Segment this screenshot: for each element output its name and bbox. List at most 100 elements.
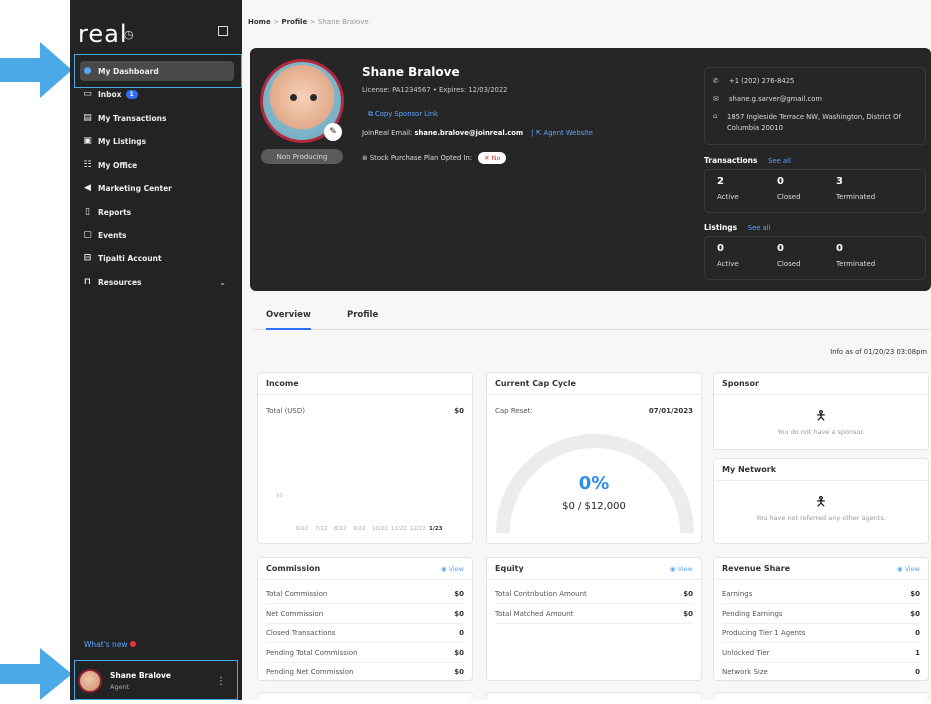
- card-title-text: Equity: [495, 564, 524, 573]
- report-icon: ▯: [85, 207, 90, 217]
- profile-email-row: JoinReal Email: shane.bralove@joinreal.c…: [362, 129, 593, 137]
- row-label: Net Commission: [266, 609, 324, 618]
- sidebar-item-events[interactable]: ▢ Events: [80, 225, 234, 245]
- income-y-tick: $0: [276, 493, 283, 499]
- tab-profile[interactable]: Profile: [347, 310, 378, 320]
- row-value: $0: [454, 590, 464, 598]
- table-row: Unlocked Tier 1: [722, 644, 920, 663]
- table-row: Total Matched Amount $0: [495, 605, 693, 624]
- notification-dot-icon: [129, 641, 136, 647]
- chevron-down-icon: ⌄: [219, 277, 226, 287]
- sidebar: real ◷ ● My Dashboard ▭ Inbox 1 ▤ My Tra…: [70, 0, 242, 700]
- annotation-arrow-top: [0, 40, 74, 100]
- stat-value: 0: [717, 243, 724, 254]
- stat-value: 0: [836, 243, 843, 254]
- inbox-icon: ▭: [83, 89, 92, 99]
- stock-plan-value-text: No: [491, 154, 501, 162]
- copy-icon: ⧉: [368, 110, 376, 118]
- transactions-title: Transactions: [704, 156, 758, 165]
- row-value: 0: [915, 629, 920, 637]
- card-partial: [713, 692, 929, 700]
- sidebar-item-marketing-center[interactable]: ◀ Marketing Center: [80, 178, 234, 198]
- row-value: 1: [915, 648, 920, 657]
- cap-reset-date: 07/01/2023: [648, 406, 693, 415]
- tab-overview[interactable]: Overview: [266, 310, 311, 330]
- sidebar-item-reports[interactable]: ▯ Reports: [80, 202, 234, 222]
- sidebar-item-tipalti-account[interactable]: ⊟ Tipalti Account: [80, 248, 234, 268]
- sidebar-item-label: My Transactions: [98, 113, 167, 123]
- kebab-menu-icon[interactable]: ⋮: [216, 676, 226, 687]
- table-row: Total Commission $0: [266, 585, 464, 604]
- sidebar-item-my-office[interactable]: ☷ My Office: [80, 155, 234, 175]
- listings-see-all[interactable]: See all: [748, 224, 771, 232]
- view-label: View: [448, 565, 464, 573]
- contact-email[interactable]: shane.g.sarver@gmail.com: [729, 95, 822, 103]
- commission-view-link[interactable]: ◉ View: [441, 565, 464, 573]
- copy-sponsor-link[interactable]: ⧉ Copy Sponsor Link: [368, 110, 438, 119]
- stat-terminated[interactable]: 0 Terminated: [836, 243, 875, 268]
- sidebar-collapse-icon[interactable]: [218, 26, 228, 36]
- stat-label: Closed: [777, 260, 801, 268]
- income-total-row: Total (USD) $0: [266, 401, 464, 420]
- phone[interactable]: +1 (202) 276-8425: [729, 77, 794, 85]
- whats-new-link[interactable]: What's new: [84, 640, 136, 649]
- table-row: Pending Net Commission $0: [266, 663, 464, 682]
- sidebar-item-label: Tipalti Account: [98, 253, 162, 263]
- user-role: Agent: [110, 683, 130, 691]
- email-label: JoinReal Email:: [362, 129, 413, 137]
- annotation-arrow-bottom: [0, 648, 74, 700]
- equity-card: Equity ◉ View Total Contribution Amount $…: [486, 557, 702, 681]
- agent-website-label: Agent Website: [543, 129, 593, 137]
- card-title: My Network: [714, 459, 928, 481]
- briefcase-icon: ⊓: [83, 277, 92, 287]
- sidebar-item-label: My Dashboard: [98, 66, 159, 76]
- cap-reset-row: Cap Reset: 07/01/2023: [495, 401, 693, 420]
- cap-reset-label: Cap Reset:: [495, 406, 533, 415]
- breadcrumb-home[interactable]: Home: [248, 18, 271, 26]
- edit-pencil-icon[interactable]: ✎: [324, 123, 342, 141]
- table-row: Producing Tier 1 Agents 0: [722, 624, 920, 643]
- row-label: Total Commission: [266, 590, 328, 598]
- stat-closed[interactable]: 0 Closed: [777, 243, 801, 268]
- row-value: $0: [683, 590, 693, 598]
- stat-value: 2: [717, 176, 724, 187]
- view-label: View: [904, 565, 920, 573]
- person-waving-icon: 🯅: [815, 495, 827, 510]
- revenue-share-view-link[interactable]: ◉ View: [897, 565, 920, 573]
- transactions-see-all[interactable]: See all: [768, 157, 791, 165]
- address-row: ⌂ 1857 Ingleside Terrace NW, Washington, …: [713, 112, 921, 134]
- view-label: View: [677, 565, 693, 573]
- income-card: Income Total (USD) $0 $0 6/22 7/22 8/22 9/2…: [257, 372, 473, 544]
- commission-card: Commission ◉ View Total Commission $0 Net …: [257, 557, 473, 682]
- profile-license: License: PA1234567 • Expires: 12/03/2022: [362, 86, 508, 94]
- stat-terminated[interactable]: 3 Terminated: [836, 176, 875, 201]
- row-label: Pending Earnings: [722, 609, 783, 618]
- agent-website-link[interactable]: | ⇱ Agent Website: [531, 129, 593, 137]
- card-title-text: Revenue Share: [722, 564, 791, 573]
- sidebar-item-my-transactions[interactable]: ▤ My Transactions: [80, 108, 234, 128]
- row-value: $0: [910, 609, 920, 618]
- sidebar-item-inbox[interactable]: ▭ Inbox 1: [80, 84, 234, 104]
- row-label: Producing Tier 1 Agents: [722, 629, 806, 637]
- status-badge: Non Producing: [261, 149, 343, 164]
- clock-icon: ◷: [124, 28, 134, 41]
- real-logo[interactable]: real: [78, 20, 127, 48]
- card-partial: [486, 692, 702, 700]
- stat-active[interactable]: 2 Active: [717, 176, 739, 201]
- sidebar-item-label: Inbox: [98, 89, 122, 99]
- user-menu[interactable]: Shane Bralove Agent ⋮: [72, 662, 238, 700]
- stat-label: Active: [717, 260, 739, 268]
- table-row: Pending Total Commission $0: [266, 644, 464, 663]
- stat-closed[interactable]: 0 Closed: [777, 176, 801, 201]
- equity-view-link[interactable]: ◉ View: [670, 565, 693, 573]
- stat-active[interactable]: 0 Active: [717, 243, 739, 268]
- row-label: Earnings: [722, 590, 753, 598]
- profile-email: shane.bralove@joinreal.com: [414, 129, 524, 137]
- breadcrumb-profile[interactable]: Profile: [281, 18, 307, 26]
- sidebar-item-my-dashboard[interactable]: ● My Dashboard: [80, 61, 234, 81]
- arrow-right-icon: [0, 648, 72, 700]
- income-total-value: $0: [454, 406, 464, 415]
- sidebar-item-resources[interactable]: ⊓ Resources ⌄: [80, 272, 234, 292]
- row-value: 0: [915, 668, 920, 676]
- sidebar-item-my-listings[interactable]: ▣ My Listings: [80, 131, 234, 151]
